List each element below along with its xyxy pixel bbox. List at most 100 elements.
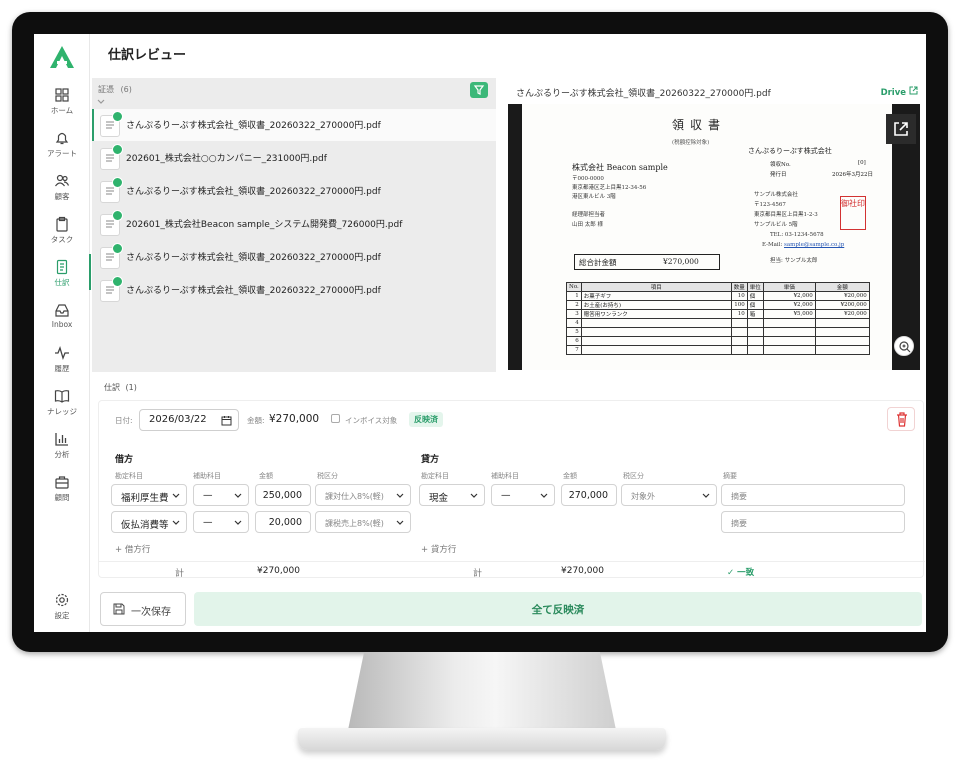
add-debit-row-button[interactable]: + 借方行 <box>115 543 150 555</box>
debit-sum-label: 計 <box>175 569 185 579</box>
cell: ¥2,000 <box>762 300 816 310</box>
input-value: 20,000 <box>268 517 302 528</box>
zoom-button[interactable] <box>894 336 914 356</box>
check-icon <box>112 243 123 254</box>
document-name: さんぷるりーぷす株式会社_領収書_20260322_270000円.pdf <box>126 121 381 131</box>
cell: 6 <box>566 336 582 346</box>
sidebar-item-advisory[interactable]: 顧問 <box>34 471 90 509</box>
sidebar-item-tasks[interactable]: タスク <box>34 213 90 251</box>
document-list-item[interactable]: さんぷるりーぷす株式会社_領収書_20260322_270000円.pdf <box>92 109 496 141</box>
cell: 個 <box>746 300 764 310</box>
debit-sub-account-select[interactable]: — <box>193 484 249 506</box>
drive-link[interactable]: Drive <box>881 86 918 98</box>
document-list-item[interactable]: さんぷるりーぷす株式会社_領収書_20260322_270000円.pdf <box>92 274 496 306</box>
debit-sub-account-select[interactable]: — <box>193 511 249 533</box>
chevron-down-icon <box>540 493 548 498</box>
trash-icon <box>897 412 907 427</box>
receipt-no-value: [0] <box>858 160 866 166</box>
app-logo[interactable] <box>48 44 76 70</box>
receipt-issuer-address: 東京都目黒区上目黒1-2-3 <box>754 212 818 218</box>
col-header: 項目 <box>580 282 732 292</box>
document-list-item[interactable]: さんぷるりーぷす株式会社_領収書_20260322_270000円.pdf <box>92 175 496 207</box>
receipt-issuer: さんぷるりーぷす株式会社 <box>748 147 832 155</box>
credit-total: ¥270,000 <box>561 566 604 576</box>
sidebar-item-journal[interactable]: 仕訳 <box>34 254 91 294</box>
sidebar-item-knowledge[interactable]: ナレッジ <box>34 385 90 423</box>
memo-input[interactable]: 摘要 <box>721 511 905 533</box>
zoom-in-icon <box>899 341 911 353</box>
debit-amount-input[interactable]: 20,000 <box>255 511 311 533</box>
sidebar-item-inbox[interactable]: Inbox <box>34 299 90 337</box>
credit-amount-input[interactable]: 270,000 <box>561 484 617 506</box>
clipboard-icon <box>56 216 68 232</box>
open-external-button[interactable] <box>886 114 916 144</box>
receipt-issuer-address: サンプルビル 5階 <box>754 222 798 228</box>
debit-account-select[interactable]: 仮払消費等 <box>111 511 187 533</box>
cell: ¥20,000 <box>814 309 870 319</box>
sidebar-item-settings[interactable]: 設定 <box>34 589 90 627</box>
debit-title: 借方 <box>115 455 134 465</box>
credit-account-select[interactable]: 現金 <box>419 484 485 506</box>
date-value: 2026/03/22 <box>149 414 207 425</box>
sidebar-item-label: Inbox <box>51 320 73 329</box>
journal-entry-card: 日付: 2026/03/22 金額: ¥270,000 インボイス対象 反映済 … <box>98 400 925 579</box>
document-name: さんぷるりーぷす株式会社_領収書_20260322_270000円.pdf <box>126 187 381 197</box>
pdf-viewer[interactable]: 領収書 (税額控除対象) さんぷるりーぷす株式会社 領収No. [0] 発行日 … <box>508 104 920 370</box>
debit-tax-select[interactable]: 課税売上8%(軽) <box>315 511 411 533</box>
apply-all-button[interactable]: 全て反映済 <box>194 592 922 626</box>
filter-button[interactable] <box>470 82 488 98</box>
journal-title: 仕訳 <box>104 383 120 392</box>
receipt-table-row: 5 <box>566 327 870 337</box>
amount-label: 金額: <box>247 416 265 425</box>
sidebar-item-clients[interactable]: 顧客 <box>34 170 90 208</box>
delete-button[interactable] <box>887 407 915 431</box>
credit-tax-select[interactable]: 対象外 <box>621 484 717 506</box>
document-name: さんぷるりーぷす株式会社_領収書_20260322_270000円.pdf <box>126 253 381 263</box>
receipt-recipient-zip: 〒000-0000 <box>572 176 604 182</box>
select-value: 福利厚生費 <box>121 493 169 504</box>
check-icon <box>112 177 123 188</box>
invoice-checkbox[interactable] <box>331 414 340 423</box>
document-name: 202601_株式会社○○カンパニー_231000円.pdf <box>126 154 327 164</box>
debit-account-select[interactable]: 福利厚生費 <box>111 484 187 506</box>
document-list-item[interactable]: 202601_株式会社Beacon sample_システム開発費_726000円… <box>92 208 496 240</box>
calendar-icon[interactable] <box>221 415 232 426</box>
select-value: 現金 <box>429 493 449 504</box>
col-tax: 税区分 <box>317 472 338 480</box>
add-credit-row-button[interactable]: + 貸方行 <box>421 543 456 555</box>
document-list-title: 証憑 <box>98 85 114 94</box>
cell: お菓子ギフ <box>580 291 732 301</box>
date-input[interactable]: 2026/03/22 <box>139 409 239 431</box>
bar-chart-icon <box>55 433 68 446</box>
credit-sub-account-select[interactable]: — <box>491 484 555 506</box>
memo-input[interactable]: 摘要 <box>721 484 905 506</box>
cell: 箱 <box>746 309 764 319</box>
sidebar-item-label: 履歴 <box>54 364 70 373</box>
save-draft-label: 一次保存 <box>131 607 171 618</box>
sidebar-item-alerts[interactable]: アラート <box>34 127 90 165</box>
receipt-table-row: 7 <box>566 345 870 355</box>
document-list-item[interactable]: さんぷるりーぷす株式会社_領収書_20260322_270000円.pdf <box>92 241 496 273</box>
debit-amount-input[interactable]: 250,000 <box>255 484 311 506</box>
cell: ¥2,000 <box>762 291 816 301</box>
receipt-recipient-person: 山田 太郎 様 <box>572 222 603 228</box>
chevron-down-icon <box>396 520 404 525</box>
save-draft-button[interactable]: 一次保存 <box>100 592 186 626</box>
cell: 贈答用ワンランク <box>580 309 732 319</box>
document-list-item[interactable]: 202601_株式会社○○カンパニー_231000円.pdf <box>92 142 496 174</box>
receipt-date-value: 2026年3月22日 <box>832 172 873 178</box>
receipt-issuer-contact: 担当: サンプル太郎 <box>770 258 818 264</box>
page-title: 仕訳レビュー <box>108 48 187 63</box>
receipt-recipient-dept: 経理部担当者 <box>572 212 606 218</box>
activity-icon <box>55 346 69 360</box>
col-header: 金額 <box>814 282 870 292</box>
chevron-down-icon <box>172 520 180 525</box>
email-link[interactable]: sample@sample.co.jp <box>784 242 844 248</box>
chevron-down-icon[interactable] <box>96 98 106 106</box>
sidebar-item-home[interactable]: ホーム <box>34 84 90 122</box>
sidebar-item-analytics[interactable]: 分析 <box>34 428 90 466</box>
invoice-label: インボイス対象 <box>345 416 398 425</box>
sidebar-item-history[interactable]: 履歴 <box>34 342 90 380</box>
debit-tax-select[interactable]: 課対仕入8%(軽) <box>315 484 411 506</box>
inbox-icon <box>55 304 69 317</box>
